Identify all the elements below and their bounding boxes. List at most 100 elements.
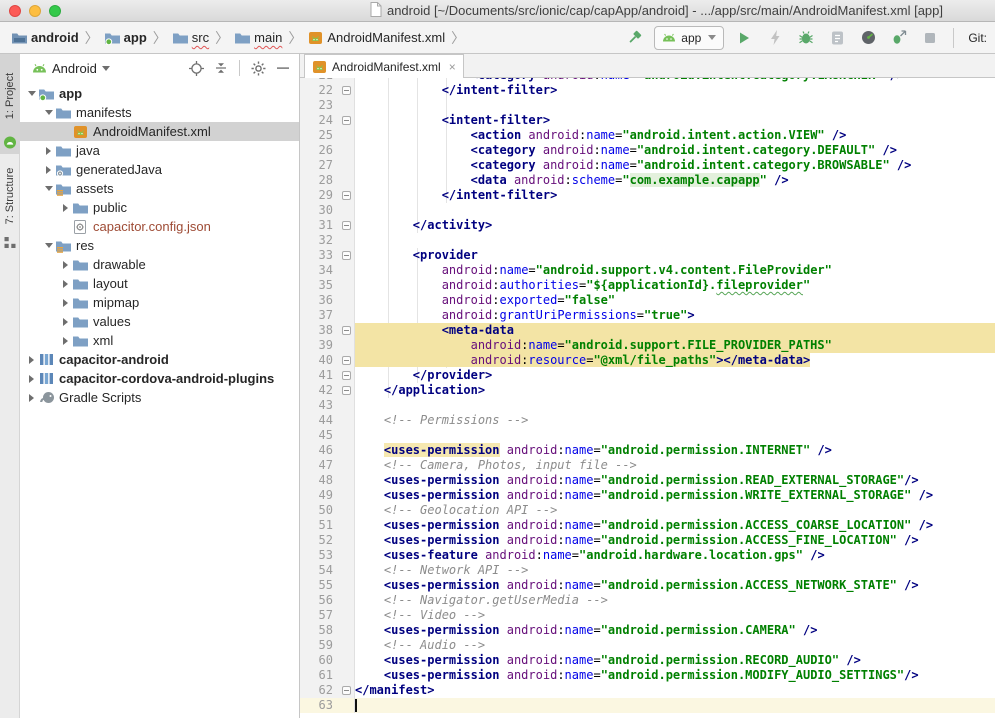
fold-marker-icon[interactable]: [338, 323, 355, 338]
tree-item-capacitor-android[interactable]: capacitor-android: [20, 350, 299, 369]
code-line[interactable]: 38 <meta-data: [300, 323, 995, 338]
tree-item-java[interactable]: java: [20, 141, 299, 160]
chevron-right-icon[interactable]: [24, 375, 39, 383]
breadcrumb-item-main[interactable]: main: [233, 28, 284, 47]
code-line[interactable]: 34 android:name="android.support.v4.cont…: [300, 263, 995, 278]
chevron-right-icon[interactable]: [58, 261, 73, 269]
close-icon[interactable]: ×: [446, 60, 456, 74]
tree-item-capacitor-cordova-android-plugins[interactable]: capacitor-cordova-android-plugins: [20, 369, 299, 388]
code-line[interactable]: 50 <!-- Geolocation API -->: [300, 503, 995, 518]
code-line[interactable]: 44 <!-- Permissions -->: [300, 413, 995, 428]
chevron-down-icon[interactable]: [24, 91, 39, 96]
tree-item-manifests[interactable]: manifests: [20, 103, 299, 122]
code-line[interactable]: 24 <intent-filter>: [300, 113, 995, 128]
code-editor[interactable]: 21 <category android:name="android.inten…: [300, 78, 995, 718]
coverage-icon[interactable]: [826, 27, 848, 49]
minimize-icon[interactable]: [273, 58, 293, 78]
collapse-icon[interactable]: [211, 58, 231, 78]
code-line[interactable]: 54 <!-- Network API -->: [300, 563, 995, 578]
fold-marker-icon[interactable]: [338, 683, 355, 698]
run-icon[interactable]: [733, 27, 755, 49]
code-line[interactable]: 60 <uses-permission android:name="androi…: [300, 653, 995, 668]
tree-item-layout[interactable]: layout: [20, 274, 299, 293]
chevron-right-icon[interactable]: [41, 147, 56, 155]
tree-item-res[interactable]: res: [20, 236, 299, 255]
code-line[interactable]: 29 </intent-filter>: [300, 188, 995, 203]
chevron-right-icon[interactable]: [58, 204, 73, 212]
fold-marker-icon[interactable]: [338, 353, 355, 368]
chevron-right-icon[interactable]: [58, 318, 73, 326]
tab-androidmanifest[interactable]: AndroidManifest.xml ×: [304, 54, 464, 78]
fold-marker-icon[interactable]: [338, 248, 355, 263]
code-line[interactable]: 39 android:name="android.support.FILE_PR…: [300, 338, 995, 353]
tree-item-drawable[interactable]: drawable: [20, 255, 299, 274]
hammer-icon[interactable]: [623, 27, 645, 49]
code-line[interactable]: 63: [300, 698, 995, 713]
code-line[interactable]: 22 </intent-filter>: [300, 83, 995, 98]
git-widget[interactable]: Git:: [966, 31, 987, 45]
chevron-down-icon[interactable]: [41, 186, 56, 191]
code-line[interactable]: 27 <category android:name="android.inten…: [300, 158, 995, 173]
code-line[interactable]: 46 <uses-permission android:name="androi…: [300, 443, 995, 458]
chevron-right-icon[interactable]: [41, 166, 56, 174]
code-line[interactable]: 23: [300, 98, 995, 113]
code-line[interactable]: 41 </provider>: [300, 368, 995, 383]
breadcrumb-item-androidmanifest-xml[interactable]: AndroidManifest.xml: [306, 28, 447, 47]
chevron-down-icon[interactable]: [41, 243, 56, 248]
code-line[interactable]: 36 android:exported="false": [300, 293, 995, 308]
fold-marker-icon[interactable]: [338, 368, 355, 383]
fold-marker-icon[interactable]: [338, 383, 355, 398]
code-line[interactable]: 37 android:grantUriPermissions="true">: [300, 308, 995, 323]
fold-marker-icon[interactable]: [338, 188, 355, 203]
code-line[interactable]: 28 <data android:scheme="com.example.cap…: [300, 173, 995, 188]
breadcrumb-item-src[interactable]: src: [171, 28, 211, 47]
tool-window-button-structure[interactable]: 7: Structure: [0, 154, 20, 254]
tree-item-generatedjava[interactable]: generatedJava: [20, 160, 299, 179]
fold-marker-icon[interactable]: [338, 218, 355, 233]
close-window-button[interactable]: [9, 5, 21, 17]
tree-item-androidmanifest-xml[interactable]: AndroidManifest.xml: [20, 122, 299, 141]
project-view-selector[interactable]: Android: [52, 61, 97, 76]
tree-item-xml[interactable]: xml: [20, 331, 299, 350]
tree-item-public[interactable]: public: [20, 198, 299, 217]
code-line[interactable]: 55 <uses-permission android:name="androi…: [300, 578, 995, 593]
chevron-right-icon[interactable]: [24, 356, 39, 364]
minimize-window-button[interactable]: [29, 5, 41, 17]
fold-marker-icon[interactable]: [338, 113, 355, 128]
profiler-icon[interactable]: [857, 27, 879, 49]
target-icon[interactable]: [186, 58, 206, 78]
code-line[interactable]: 35 android:authorities="${applicationId}…: [300, 278, 995, 293]
code-line[interactable]: 58 <uses-permission android:name="androi…: [300, 623, 995, 638]
tree-item-capacitor-config-json[interactable]: capacitor.config.json: [20, 217, 299, 236]
code-line[interactable]: 40 android:resource="@xml/file_paths"></…: [300, 353, 995, 368]
attach-debugger-icon[interactable]: [888, 27, 910, 49]
code-line[interactable]: 43: [300, 398, 995, 413]
code-line[interactable]: 31 </activity>: [300, 218, 995, 233]
debug-icon[interactable]: [795, 27, 817, 49]
code-line[interactable]: 51 <uses-permission android:name="androi…: [300, 518, 995, 533]
code-line[interactable]: 32: [300, 233, 995, 248]
code-line[interactable]: 56 <!-- Navigator.getUserMedia -->: [300, 593, 995, 608]
zoom-window-button[interactable]: [49, 5, 61, 17]
code-line[interactable]: 53 <uses-feature android:name="android.h…: [300, 548, 995, 563]
fold-marker-icon[interactable]: [338, 83, 355, 98]
code-line[interactable]: 59 <!-- Audio -->: [300, 638, 995, 653]
code-line[interactable]: 47 <!-- Camera, Photos, input file -->: [300, 458, 995, 473]
chevron-right-icon[interactable]: [58, 299, 73, 307]
code-line[interactable]: 33 <provider: [300, 248, 995, 263]
gear-icon[interactable]: [248, 58, 268, 78]
tree-item-assets[interactable]: assets: [20, 179, 299, 198]
code-line[interactable]: 42 </application>: [300, 383, 995, 398]
chevron-right-icon[interactable]: [58, 280, 73, 288]
code-line[interactable]: 49 <uses-permission android:name="androi…: [300, 488, 995, 503]
tree-item-values[interactable]: values: [20, 312, 299, 331]
code-line[interactable]: 26 <category android:name="android.inten…: [300, 143, 995, 158]
code-line[interactable]: 61 <uses-permission android:name="androi…: [300, 668, 995, 683]
stop-icon[interactable]: [919, 27, 941, 49]
apply-changes-icon[interactable]: [764, 27, 786, 49]
code-line[interactable]: 25 <action android:name="android.intent.…: [300, 128, 995, 143]
run-configuration-select[interactable]: app: [654, 26, 724, 50]
chevron-right-icon[interactable]: [24, 394, 39, 402]
code-line[interactable]: 45: [300, 428, 995, 443]
code-line[interactable]: 62</manifest>: [300, 683, 995, 698]
